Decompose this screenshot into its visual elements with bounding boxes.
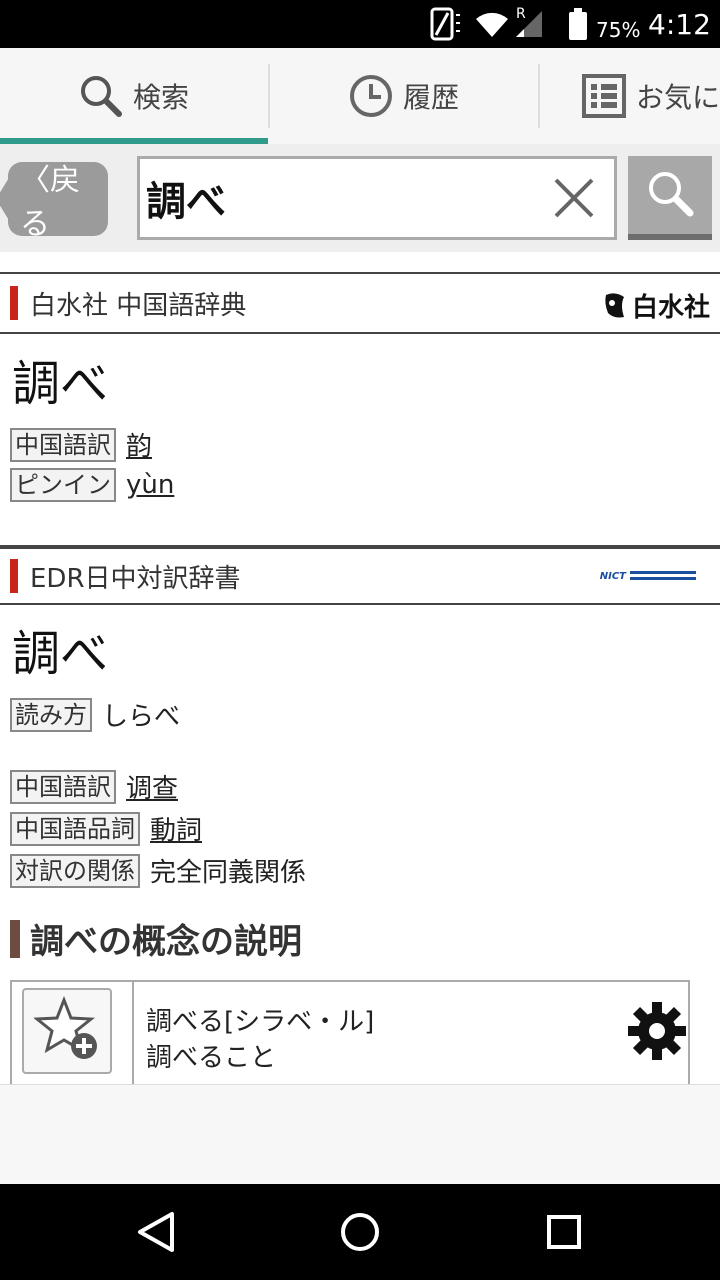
tab-search[interactable]: 検索: [0, 48, 268, 144]
signal-icon: R: [514, 0, 544, 48]
logo-text: 白水社: [631, 293, 710, 323]
field-row: 中国語訳 韵: [10, 426, 152, 463]
gear-icon[interactable]: [626, 1000, 688, 1066]
search-input[interactable]: 調べ: [137, 156, 617, 240]
concept-card[interactable]: 調べる[シラベ・ル] 調べること: [10, 980, 690, 1084]
search-button[interactable]: [628, 156, 712, 240]
content-bottom: [0, 1084, 720, 1184]
relation-value: 完全同義関係: [150, 858, 307, 888]
headword: 調べ: [12, 626, 109, 682]
navigation-bar: [0, 1184, 720, 1280]
concept-line: 調べること: [146, 1043, 277, 1073]
wifi-icon: [474, 0, 510, 48]
heading-bar: [10, 919, 20, 958]
field-tag: 読み方: [10, 697, 92, 732]
field-row: ピンイン yùn: [10, 468, 174, 502]
search-row: 〈戻る 調べ: [0, 144, 720, 252]
concept-heading-text: 調べの概念の説明: [30, 922, 302, 962]
concept-text: 調べる[シラベ・ル] 調べること: [146, 1004, 374, 1076]
search-icon: [646, 169, 694, 221]
translation-link[interactable]: 韵: [126, 426, 152, 463]
dict-header-bar: [10, 559, 18, 593]
field-tag: 中国語品詞: [10, 811, 140, 846]
tab-search-label: 検索: [132, 81, 189, 114]
field-row: 中国語訳 调查: [10, 768, 178, 805]
back-nav-button[interactable]: [132, 1208, 180, 1256]
clock-time: 4:12: [648, 7, 711, 41]
back-button[interactable]: 〈戻る: [0, 162, 108, 242]
star-plus-icon: [32, 995, 100, 1066]
clear-icon[interactable]: [552, 176, 596, 224]
pinyin-link[interactable]: yùn: [126, 470, 174, 500]
headword: 調べ: [12, 356, 109, 412]
concept-line: 調べる[シラベ・ル]: [146, 1007, 375, 1037]
field-row: 中国語品詞 動詞: [10, 810, 202, 847]
add-favorite-button[interactable]: [22, 988, 112, 1074]
tab-bar: 検索 履歴 お気に: [0, 48, 720, 144]
field-row: 読み方 しらべ: [10, 696, 180, 733]
nict-logo: NICT: [600, 569, 700, 583]
battery-icon: [568, 0, 588, 48]
field-row: 対訳の関係 完全同義関係: [10, 852, 306, 889]
dict-name: 白水社 中国語辞典: [30, 290, 247, 321]
search-query: 調べ: [146, 179, 226, 225]
search-icon: [79, 74, 123, 118]
card-divider: [132, 982, 134, 1084]
pos-link[interactable]: 動詞: [150, 810, 202, 847]
reading-value: しらべ: [102, 702, 181, 732]
field-tag: 中国語訳: [10, 769, 116, 804]
tab-history[interactable]: 履歴: [270, 48, 538, 144]
dict-header-edr: EDR日中対訳辞書 NICT: [0, 545, 720, 605]
field-tag: ピンイン: [10, 468, 116, 502]
tab-favorites[interactable]: お気に: [540, 48, 720, 144]
tab-favorites-label: お気に: [636, 81, 720, 114]
no-sim-icon: [428, 0, 462, 48]
clock-icon: [349, 74, 393, 118]
translation-link[interactable]: 调查: [126, 768, 178, 805]
nict-logo-text: NICT: [599, 570, 626, 582]
dict-name: EDR日中対訳辞書: [30, 563, 241, 594]
home-nav-button[interactable]: [336, 1208, 384, 1256]
dict-header-hakusuisha: 白水社 中国語辞典 白水社: [0, 272, 720, 334]
recents-nav-button[interactable]: [540, 1208, 588, 1256]
field-tag: 対訳の関係: [10, 853, 140, 888]
battery-percent: 75%: [596, 18, 641, 42]
dict-header-bar: [10, 286, 18, 320]
field-tag: 中国語訳: [10, 427, 116, 462]
list-icon: [582, 74, 626, 118]
hakusuisha-logo: 白水社: [602, 287, 710, 324]
roaming-indicator: R: [516, 6, 526, 22]
concept-heading: 調べの概念の説明: [10, 914, 302, 963]
status-bar: R 75% 4:12: [0, 0, 720, 48]
tab-history-label: 履歴: [402, 81, 459, 114]
